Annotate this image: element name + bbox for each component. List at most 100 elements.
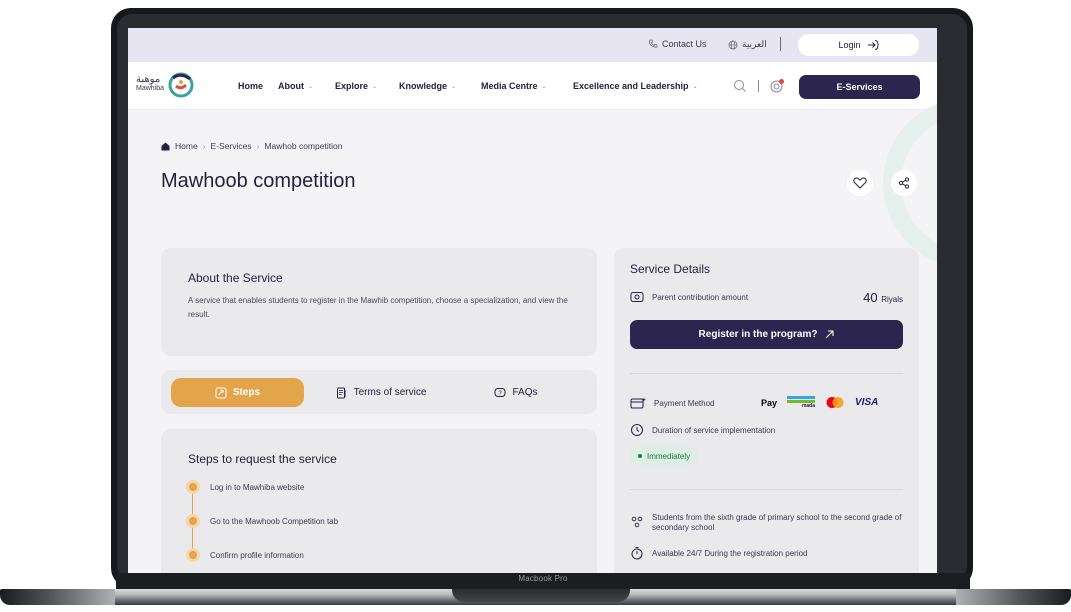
chevron-down-icon: ⌄ — [692, 83, 698, 90]
login-label: Login — [838, 40, 861, 50]
chevron-down-icon: ⌄ — [308, 83, 314, 90]
stopwatch-icon — [631, 547, 643, 560]
step-dot — [186, 480, 200, 494]
arrow-up-right-icon — [826, 330, 835, 339]
search-icon[interactable] — [733, 79, 747, 93]
payment-label: Payment Method — [654, 399, 715, 408]
duration-row: Duration of service implementation — [630, 423, 775, 437]
chevron-down-icon: ⌄ — [541, 83, 547, 90]
step-item: Log in to Mawhiba website — [186, 480, 304, 494]
clock-icon — [631, 424, 643, 436]
duration-badge: Immediately — [630, 447, 699, 465]
favorite-button[interactable] — [847, 170, 873, 196]
status-dot — [638, 454, 642, 458]
step-dot — [186, 514, 200, 528]
heart-icon — [853, 177, 867, 189]
breadcrumb: Home › E-Services › Mawhob competition — [161, 141, 342, 151]
tab-steps[interactable]: Steps — [171, 378, 304, 407]
service-details-card: Service Details Parent contribution amou… — [614, 248, 919, 574]
document-icon — [336, 387, 346, 398]
step-label: Go to the Mawhoob Competition tab — [210, 516, 339, 526]
tab-terms-label: Terms of service — [353, 387, 427, 398]
steps-icon — [215, 387, 227, 398]
topbar-divider — [780, 37, 781, 51]
breadcrumb-eservices[interactable]: E-Services — [211, 141, 252, 151]
amount-value: 40 — [863, 290, 878, 305]
chevron-down-icon: ⌄ — [372, 83, 378, 90]
nav-media-centre[interactable]: Media Centre ⌄ — [481, 81, 547, 91]
nav-media-label: Media Centre — [481, 81, 538, 91]
question-icon: ? — [494, 387, 506, 397]
eligibility-text: Students from the sixth grade of primary… — [652, 513, 902, 532]
steps-card: Steps to request the service Log in to M… — [161, 429, 597, 574]
tab-terms[interactable]: Terms of service — [321, 378, 441, 407]
tab-faqs-label: FAQs — [512, 387, 538, 398]
notification-icon[interactable] — [769, 78, 785, 94]
breadcrumb-separator: › — [256, 141, 260, 151]
page-title: Mawhoob competition — [161, 170, 356, 192]
section-divider — [630, 373, 903, 374]
nav-excellence[interactable]: Excellence and Leadership ⌄ — [573, 81, 698, 91]
login-button[interactable]: Login — [798, 34, 919, 56]
nav-about[interactable]: About ⌄ — [278, 81, 313, 91]
language-label: العربية — [742, 39, 767, 49]
payment-logos: Pay mada VISA — [761, 396, 878, 409]
globe-icon — [728, 40, 738, 49]
nav-home-label: Home — [238, 81, 264, 91]
mada-stripe-top-icon — [787, 396, 816, 399]
bottom-bezel: Macbook Pro — [116, 573, 970, 589]
contribution-row: Parent contribution amount — [630, 291, 748, 303]
service-tabs: Steps Terms of service ? FAQs — [161, 370, 597, 414]
breadcrumb-separator: › — [202, 141, 206, 151]
eservices-label: E-Services — [836, 82, 883, 92]
duration-label: Duration of service implementation — [652, 425, 776, 435]
logo-english: Mawhiba — [136, 85, 165, 92]
nav-excellence-label: Excellence and Leadership — [573, 81, 689, 91]
contact-link[interactable]: Contact Us — [648, 39, 707, 49]
browser-screen: Contact Us العربية Login موهبة Mawhiba H… — [128, 28, 937, 574]
contact-label: Contact Us — [662, 39, 707, 49]
share-button[interactable] — [891, 170, 917, 196]
visa-logo: VISA — [855, 397, 879, 408]
tab-faqs[interactable]: ? FAQs — [476, 378, 556, 407]
amount-currency: Riyals — [881, 295, 903, 304]
step-item: Go to the Mawhoob Competition tab — [186, 514, 338, 528]
laptop-base-left — [0, 589, 115, 605]
step-label: Log in to Mawhiba website — [210, 482, 305, 492]
availability-row: Available 24/7 During the registration p… — [630, 546, 808, 560]
register-label: Register in the program? — [698, 329, 818, 340]
nav-knowledge[interactable]: Knowledge ⌄ — [399, 81, 456, 91]
share-icon — [898, 177, 910, 189]
mawhiba-logo[interactable]: موهبة Mawhiba — [136, 70, 196, 98]
breadcrumb-home[interactable]: Home — [175, 141, 198, 151]
nav-about-label: About — [278, 81, 304, 91]
tab-steps-label: Steps — [232, 387, 261, 398]
nav-explore[interactable]: Explore ⌄ — [335, 81, 377, 91]
main-navigation: موهبة Mawhiba Home About ⌄ Explore ⌄ Knowl… — [128, 62, 937, 110]
breadcrumb-current: Mawhob competition — [264, 141, 343, 151]
availability-text: Available 24/7 During the registration p… — [652, 548, 808, 558]
apple-pay-text: Pay — [761, 397, 778, 408]
mastercard-logo-icon — [826, 397, 844, 408]
users-icon — [631, 516, 643, 528]
device-label: Macbook Pro — [518, 574, 568, 583]
logo-arabic: موهبة — [136, 74, 161, 85]
mada-text: mada — [801, 403, 816, 409]
duration-value: Immediately — [647, 451, 691, 461]
register-button[interactable]: Register in the program? — [630, 320, 903, 349]
card-icon — [630, 398, 646, 409]
service-details-title: Service Details — [630, 262, 711, 276]
language-switch[interactable]: العربية — [728, 39, 767, 50]
nav-explore-label: Explore — [335, 81, 369, 91]
step-dot — [186, 548, 200, 562]
utility-bar: Contact Us العربية Login — [128, 28, 937, 62]
steps-title: Steps to request the service — [188, 452, 337, 466]
nav-home[interactable]: Home — [238, 81, 263, 91]
laptop-notch — [452, 589, 630, 602]
eligibility-row: Students from the sixth grade of primary… — [630, 513, 910, 533]
home-icon — [161, 142, 170, 150]
device-mockup: Contact Us العربية Login موهبة Mawhiba H… — [0, 0, 1071, 612]
payment-row: Payment Method — [630, 397, 714, 410]
eservices-button[interactable]: E-Services — [799, 75, 920, 99]
about-description: A service that enables students to regis… — [188, 296, 568, 319]
